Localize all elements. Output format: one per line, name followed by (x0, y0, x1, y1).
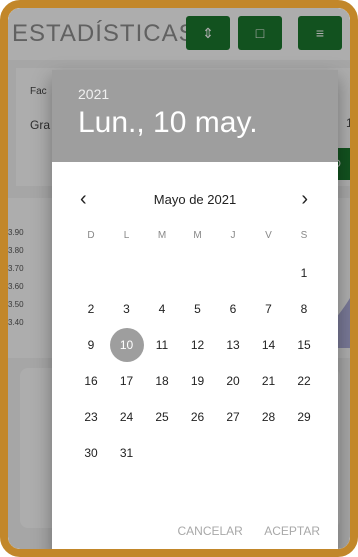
weekday-label: M (193, 230, 202, 241)
calendar-day[interactable]: 6 (216, 292, 250, 326)
calendar-day[interactable]: 20 (216, 364, 250, 398)
calendar-day[interactable]: 16 (74, 364, 108, 398)
calendar-day[interactable]: 28 (252, 400, 286, 434)
month-label: Mayo de 2021 (153, 192, 237, 207)
accept-button[interactable]: ACEPTAR (264, 524, 320, 538)
weekday-label: L (123, 230, 130, 241)
weekday-label: D (87, 230, 95, 241)
weekday-label: M (157, 230, 167, 241)
device-frame: ESTADÍSTICAS ⇕ □ ≡ Fac Gra 1 D 3.90 3.80… (0, 0, 358, 557)
calendar-day[interactable]: 4 (145, 292, 179, 326)
calendar-day[interactable]: 27 (216, 400, 250, 434)
calendar-day[interactable]: 22 (287, 364, 321, 398)
calendar-day[interactable]: 9 (74, 328, 108, 362)
date-picker-dialog: 2021 Lun., 10 may. ‹ Mayo de 2021 › DLMM… (52, 70, 338, 549)
weekday-label: V (265, 230, 272, 241)
app-screen: ESTADÍSTICAS ⇕ □ ≡ Fac Gra 1 D 3.90 3.80… (8, 8, 350, 549)
calendar-day-selected[interactable]: 10 (109, 328, 144, 362)
calendar-day[interactable]: 17 (110, 364, 144, 398)
calendar-day[interactable]: 15 (287, 328, 321, 362)
calendar-day[interactable]: 2 (74, 292, 108, 326)
calendar-day[interactable]: 30 (74, 436, 108, 470)
calendar-day[interactable]: 29 (287, 400, 321, 434)
cancel-button[interactable]: CANCELAR (178, 524, 243, 538)
weekday-label: J (230, 230, 236, 241)
month-navigation: ‹ Mayo de 2021 › (52, 187, 338, 211)
calendar-day[interactable]: 12 (181, 328, 215, 362)
calendar-day[interactable]: 5 (181, 292, 215, 326)
calendar-day[interactable]: 19 (181, 364, 215, 398)
calendar-day[interactable]: 24 (110, 400, 144, 434)
date-picker-header: 2021 Lun., 10 may. (52, 70, 338, 162)
weekday-label: S (300, 230, 308, 241)
dialog-actions: CANCELAR ACEPTAR (160, 524, 321, 538)
chevron-right-icon[interactable]: › (301, 187, 308, 211)
calendar-day[interactable]: 11 (145, 328, 179, 362)
calendar-day[interactable]: 1 (287, 256, 321, 290)
calendar-day[interactable]: 23 (74, 400, 108, 434)
calendar-day[interactable]: 18 (145, 364, 179, 398)
calendar-day[interactable]: 13 (216, 328, 250, 362)
calendar-day[interactable]: 14 (252, 328, 286, 362)
calendar-day[interactable]: 21 (252, 364, 286, 398)
calendar-day[interactable]: 8 (287, 292, 321, 326)
calendar-day[interactable]: 7 (252, 292, 286, 326)
selected-year[interactable]: 2021 (78, 86, 338, 102)
selected-date: Lun., 10 may. (78, 106, 258, 139)
calendar-day[interactable]: 25 (145, 400, 179, 434)
calendar-day[interactable]: 31 (110, 436, 144, 470)
calendar-day[interactable]: 26 (181, 400, 215, 434)
calendar-day[interactable]: 3 (110, 292, 144, 326)
